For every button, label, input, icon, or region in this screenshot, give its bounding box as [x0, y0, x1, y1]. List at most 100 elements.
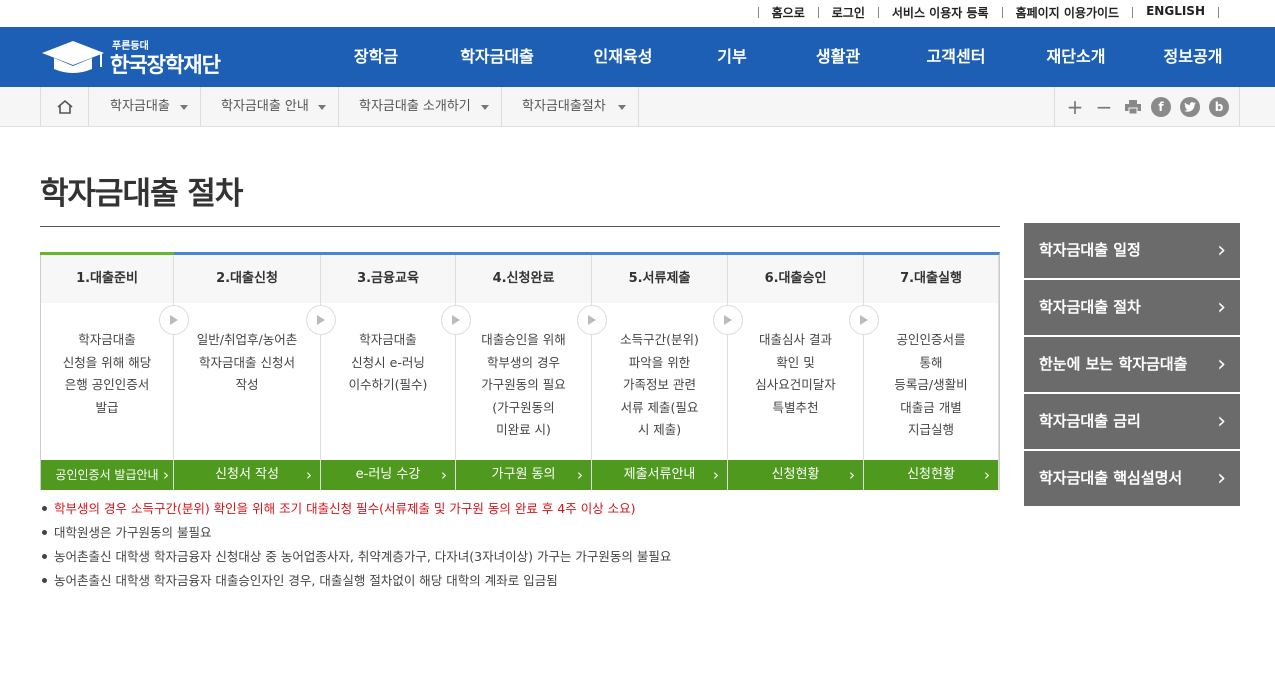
button-label: 공인인증서 발급안내	[55, 468, 159, 482]
cert-guide-button[interactable]: 공인인증서 발급안내 ›	[41, 460, 173, 490]
global-nav: 푸른등대 한국장학재단 장학금 학자금대출 인재육성 기부 생활관 고객센터 재…	[0, 27, 1275, 87]
step-description: 일반/취업후/농어촌 학자금대출 신청서 작성	[196, 332, 298, 392]
menu-disclosure[interactable]: 정보공개	[1136, 27, 1250, 87]
breadcrumb-label: 학자금대출 소개하기	[359, 99, 471, 114]
step-arrow-icon	[441, 305, 471, 335]
step-arrow-icon	[713, 305, 743, 335]
household-consent-button[interactable]: 가구원 동의 ›	[456, 460, 591, 490]
application-status-button[interactable]: 신청현황 ›	[728, 460, 863, 490]
application-status-button[interactable]: 신청현황 ›	[864, 460, 998, 490]
bird-icon	[1184, 102, 1196, 112]
blog-icon[interactable]: b	[1209, 97, 1229, 117]
chevron-right-icon: ›	[984, 466, 990, 484]
document-guide-button[interactable]: 제출서류안내 ›	[592, 460, 727, 490]
loan-process-steps: 1.대출준비 학자금대출 신청을 위해 해당 은행 공인인증서 발급 공인인증서…	[40, 252, 1000, 490]
button-label: 가구원 동의	[491, 467, 556, 482]
graduation-cap-icon	[42, 41, 104, 73]
breadcrumb-2[interactable]: 학자금대출 안내	[201, 87, 339, 127]
side-item-label: 학자금대출 핵심설명서	[1039, 469, 1183, 487]
step-2: 2.대출신청 일반/취업후/농어촌 학자금대출 신청서 작성 신청서 작성 ›	[174, 255, 321, 490]
breadcrumb-1[interactable]: 학자금대출	[90, 87, 201, 127]
side-item-label: 학자금대출 금리	[1039, 412, 1141, 430]
english-link[interactable]: ENGLISH	[1133, 4, 1218, 21]
menu-donation[interactable]: 기부	[684, 27, 780, 87]
side-item-overview[interactable]: 한눈에 보는 학자금대출 ›	[1024, 337, 1240, 392]
step-description: 공인인증서를 통해 등록금/생활비 대출금 개별 지급실행	[894, 332, 968, 437]
step-6: 6.대출승인 대출심사 결과 확인 및 심사요건미달자 특별추천 신청현황 ›	[728, 255, 864, 490]
zoom-out-button[interactable]: −	[1094, 95, 1114, 119]
step-arrow-icon	[577, 305, 607, 335]
side-item-interest[interactable]: 학자금대출 금리 ›	[1024, 394, 1240, 449]
home-icon	[56, 99, 73, 114]
menu-customer-center[interactable]: 고객센터	[896, 27, 1016, 87]
notes-list: 학부생의 경우 소득구간(분위) 확인을 위해 조기 대출신청 필수(서류제출 …	[42, 497, 671, 593]
step-title: 5.서류제출	[592, 255, 727, 303]
step-title: 6.대출승인	[728, 255, 863, 303]
step-description: 대출심사 결과 확인 및 심사요건미달자 특별추천	[755, 332, 836, 415]
twitter-icon[interactable]	[1180, 97, 1200, 117]
side-item-label: 학자금대출 일정	[1039, 241, 1141, 259]
button-label: 신청현황	[771, 467, 820, 482]
step-5: 5.서류제출 소득구간(분위) 파악을 위한 가족정보 관련 서류 제출(필요 …	[592, 255, 728, 490]
step-title: 7.대출실행	[864, 255, 998, 303]
step-description: 학자금대출 신청시 e-러닝 이수하기(필수)	[348, 332, 428, 392]
caret-down-icon	[618, 105, 626, 110]
step-3: 3.금융교육 학자금대출 신청시 e-러닝 이수하기(필수) e-러닝 수강 ›	[321, 255, 456, 490]
print-icon	[1125, 100, 1141, 114]
chevron-right-icon: ›	[1217, 238, 1226, 263]
guide-link[interactable]: 홈페이지 이용가이드	[1003, 4, 1133, 21]
step-title: 1.대출준비	[41, 255, 173, 303]
divider	[1218, 7, 1219, 18]
chevron-right-icon: ›	[306, 466, 312, 484]
step-description: 소득구간(분위) 파악을 위한 가족정보 관련 서류 제출(필요 시 제출)	[620, 332, 699, 437]
facebook-icon[interactable]: f	[1151, 97, 1171, 117]
chevron-right-icon: ›	[1217, 466, 1226, 491]
breadcrumb-label: 학자금대출 안내	[221, 99, 309, 114]
step-arrow-icon	[849, 305, 879, 335]
chevron-right-icon: ›	[1217, 352, 1226, 377]
step-4: 4.신청완료 대출승인을 위해 학부생의 경우 가구원동의 필요 (가구원동의 …	[456, 255, 592, 490]
caret-down-icon	[318, 105, 326, 110]
login-link[interactable]: 로그인	[819, 4, 878, 21]
home-link[interactable]: 홈으로	[759, 4, 818, 21]
menu-scholarship[interactable]: 장학금	[320, 27, 432, 87]
side-item-key-statement[interactable]: 학자금대출 핵심설명서 ›	[1024, 451, 1240, 506]
note-item: 학부생의 경우 소득구간(분위) 확인을 위해 조기 대출신청 필수(서류제출 …	[42, 497, 671, 521]
menu-student-loan[interactable]: 학자금대출	[432, 27, 562, 87]
caret-down-icon	[481, 105, 489, 110]
menu-talent[interactable]: 인재육성	[562, 27, 684, 87]
print-button[interactable]	[1123, 97, 1143, 117]
zoom-in-button[interactable]: +	[1065, 95, 1085, 119]
button-label: 신청현황	[907, 467, 955, 482]
menu-about[interactable]: 재단소개	[1016, 27, 1136, 87]
logo[interactable]: 푸른등대 한국장학재단	[40, 35, 235, 79]
note-item: 농어촌출신 대학생 학자금융자 대출승인자인 경우, 대출실행 절차없이 해당 …	[42, 569, 671, 593]
button-label: 신청서 작성	[215, 467, 279, 482]
location-bar: 학자금대출 학자금대출 안내 학자금대출 소개하기 학자금대출절차 + − f …	[0, 87, 1275, 127]
button-label: 제출서류안내	[623, 467, 696, 482]
utility-bar: 홈으로 로그인 서비스 이용자 등록 홈페이지 이용가이드 ENGLISH	[0, 0, 1275, 27]
side-item-schedule[interactable]: 학자금대출 일정 ›	[1024, 223, 1240, 278]
register-link[interactable]: 서비스 이용자 등록	[879, 4, 1002, 21]
chevron-right-icon: ›	[713, 466, 719, 484]
note-item: 농어촌출신 대학생 학자금융자 신청대상 중 농어업종사자, 취약계층가구, 다…	[42, 545, 671, 569]
side-item-process[interactable]: 학자금대출 절차 ›	[1024, 280, 1240, 335]
page-tools: + − f b	[1054, 87, 1240, 127]
elearning-button[interactable]: e-러닝 수강 ›	[321, 460, 455, 490]
step-title: 3.금융교육	[321, 255, 455, 303]
page-title: 학자금대출 절차	[40, 176, 243, 212]
home-button[interactable]	[40, 87, 89, 127]
breadcrumb-4[interactable]: 학자금대출절차	[502, 87, 639, 127]
title-divider	[40, 226, 1000, 227]
application-form-button[interactable]: 신청서 작성 ›	[174, 460, 320, 490]
step-1: 1.대출준비 학자금대출 신청을 위해 해당 은행 공인인증서 발급 공인인증서…	[41, 255, 174, 490]
menu-dormitory[interactable]: 생활관	[780, 27, 896, 87]
breadcrumb-3[interactable]: 학자금대출 소개하기	[339, 87, 502, 127]
utility-links: 홈으로 로그인 서비스 이용자 등록 홈페이지 이용가이드 ENGLISH	[757, 4, 1219, 21]
chevron-right-icon: ›	[1217, 295, 1226, 320]
step-7: 7.대출실행 공인인증서를 통해 등록금/생활비 대출금 개별 지급실행 신청현…	[864, 255, 999, 490]
breadcrumb-label: 학자금대출절차	[522, 99, 606, 114]
step-title: 4.신청완료	[456, 255, 591, 303]
step-description: 학자금대출 신청을 위해 해당 은행 공인인증서 발급	[62, 332, 152, 415]
chevron-right-icon: ›	[1217, 409, 1226, 434]
